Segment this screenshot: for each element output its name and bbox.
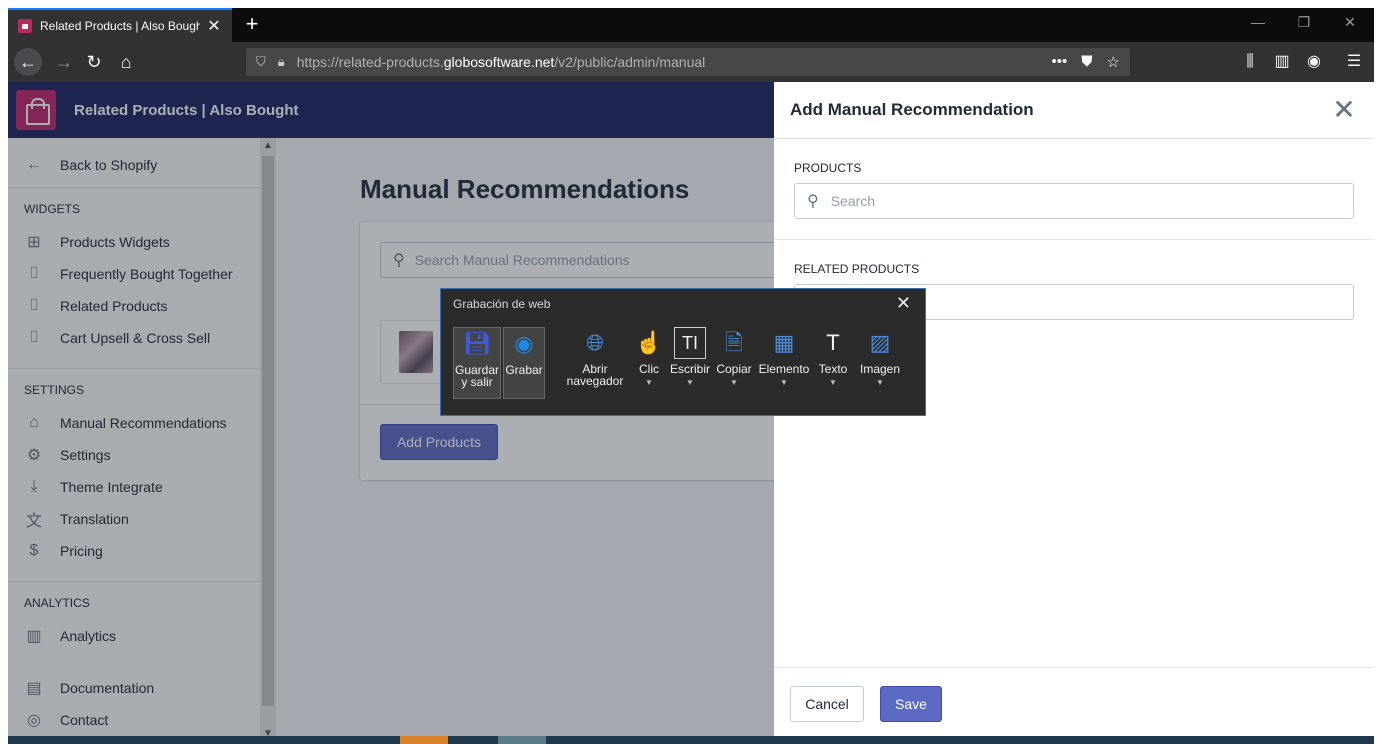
home-icon[interactable]: ⌂ xyxy=(112,48,140,76)
sidebar-toggle-icon[interactable]: ▥ xyxy=(1268,48,1296,76)
text-icon: T xyxy=(826,330,840,355)
tool-label: Copiar xyxy=(716,362,752,376)
back-arrow-icon[interactable]: ← xyxy=(14,48,42,76)
copy-button[interactable]: 🗎 Copiar ▼ xyxy=(713,327,755,399)
tool-label: Guardar y salir xyxy=(454,363,500,389)
taskbar-app[interactable] xyxy=(400,736,448,744)
tool-label: Clic xyxy=(639,362,659,376)
chevron-down-icon[interactable]: ▼ xyxy=(686,377,694,389)
related-products-label: RELATED PRODUCTS xyxy=(794,262,920,276)
url-path: /v2/public/admin/manual xyxy=(554,54,706,70)
close-window-icon[interactable]: ✕ xyxy=(1336,14,1364,31)
library-icon[interactable]: ⫼ xyxy=(1236,48,1264,76)
account-icon[interactable]: ◉ xyxy=(1300,48,1328,76)
chevron-down-icon[interactable]: ▼ xyxy=(645,377,653,389)
divider xyxy=(774,239,1374,240)
recorder-title: Grabación de web xyxy=(453,297,551,311)
tool-label: Abrir navegador xyxy=(566,362,624,388)
chevron-down-icon[interactable]: ▼ xyxy=(876,377,884,389)
nav-bar: ← → ↻ ⌂ ⛉ 🔒︎ https://related-products. gl… xyxy=(8,42,1374,82)
type-icon: TI xyxy=(674,327,706,359)
shield-icon[interactable]: ⛉ xyxy=(256,54,266,70)
minimize-icon[interactable]: — xyxy=(1244,14,1272,30)
text-button[interactable]: T Texto ▼ xyxy=(813,327,853,399)
chevron-down-icon[interactable]: ▼ xyxy=(780,377,788,389)
url-host: globosoftware.net xyxy=(443,54,555,70)
taskbar xyxy=(8,736,1374,744)
taskbar-app[interactable] xyxy=(498,736,546,744)
browser-window: Related Products | Also Bought ✕ + — ❐ ✕… xyxy=(8,8,1374,744)
click-icon: ☝ xyxy=(635,330,663,355)
open-browser-button[interactable]: 🌐︎ Abrir navegador xyxy=(559,327,631,399)
tool-label: Texto xyxy=(818,362,848,376)
save-button[interactable]: Save xyxy=(880,686,942,722)
url-bar[interactable]: ⛉ 🔒︎ https://related-products. globosoftw… xyxy=(246,48,1130,76)
pocket-icon[interactable]: ⛊ xyxy=(1081,53,1092,71)
tab-title: Related Products | Also Bought xyxy=(40,19,200,33)
globe-icon: 🌐︎ xyxy=(586,330,604,355)
favicon-icon xyxy=(18,19,32,33)
more-actions-icon[interactable]: ••• xyxy=(1052,53,1068,71)
lock-icon[interactable]: 🔒︎ xyxy=(278,54,285,70)
menu-icon[interactable]: ☰ xyxy=(1340,48,1368,76)
page-content: Related Products | Also Bought ← Back to… xyxy=(8,82,1374,744)
tool-label: Escribir xyxy=(669,362,710,376)
bookmark-star-icon[interactable]: ☆ xyxy=(1107,53,1120,71)
copy-icon: 🗎 xyxy=(725,330,743,355)
restore-icon[interactable]: ❐ xyxy=(1290,14,1318,31)
reload-icon[interactable]: ↻ xyxy=(80,48,108,76)
web-recorder-toolbar: Grabación de web ✕ 💾︎ Guardar y salir ◉ … xyxy=(440,288,926,416)
products-search-placeholder: Search xyxy=(830,193,876,209)
url-prefix: https://related-products. xyxy=(296,54,444,70)
browser-tab[interactable]: Related Products | Also Bought ✕ xyxy=(8,8,232,42)
click-button[interactable]: ☝ Clic ▼ xyxy=(631,327,667,399)
forward-arrow-icon[interactable]: → xyxy=(50,48,78,76)
save-icon: 💾︎ xyxy=(463,331,491,356)
products-search-input[interactable]: ⚲ Search xyxy=(794,183,1354,219)
record-icon: ◉ xyxy=(514,331,534,356)
close-icon[interactable]: ✕ xyxy=(1330,96,1358,124)
chevron-down-icon[interactable]: ▼ xyxy=(829,377,837,389)
cancel-button[interactable]: Cancel xyxy=(790,686,864,722)
search-icon: ⚲ xyxy=(807,193,819,210)
tool-label: Grabar xyxy=(505,363,543,377)
element-icon: ▦ xyxy=(773,330,795,355)
element-button[interactable]: ▦ Elemento ▼ xyxy=(757,327,811,399)
panel-footer: Cancel Save xyxy=(774,667,1374,744)
new-tab-icon[interactable]: + xyxy=(240,12,264,36)
tool-label: Elemento xyxy=(758,362,810,376)
tab-strip: Related Products | Also Bought ✕ + — ❐ ✕ xyxy=(8,8,1374,42)
close-tab-icon[interactable]: ✕ xyxy=(206,16,222,36)
tool-label: Imagen xyxy=(859,362,901,376)
image-button[interactable]: ▨ Imagen ▼ xyxy=(855,327,905,399)
close-icon[interactable]: ✕ xyxy=(896,293,911,314)
save-and-exit-button[interactable]: 💾︎ Guardar y salir xyxy=(453,327,501,399)
products-label: PRODUCTS xyxy=(794,161,862,175)
image-icon: ▨ xyxy=(869,330,891,355)
chevron-down-icon[interactable]: ▼ xyxy=(730,377,738,389)
record-button[interactable]: ◉ Grabar xyxy=(503,327,545,399)
type-button[interactable]: TI Escribir ▼ xyxy=(669,327,711,399)
panel-title: Add Manual Recommendation xyxy=(774,82,1374,139)
